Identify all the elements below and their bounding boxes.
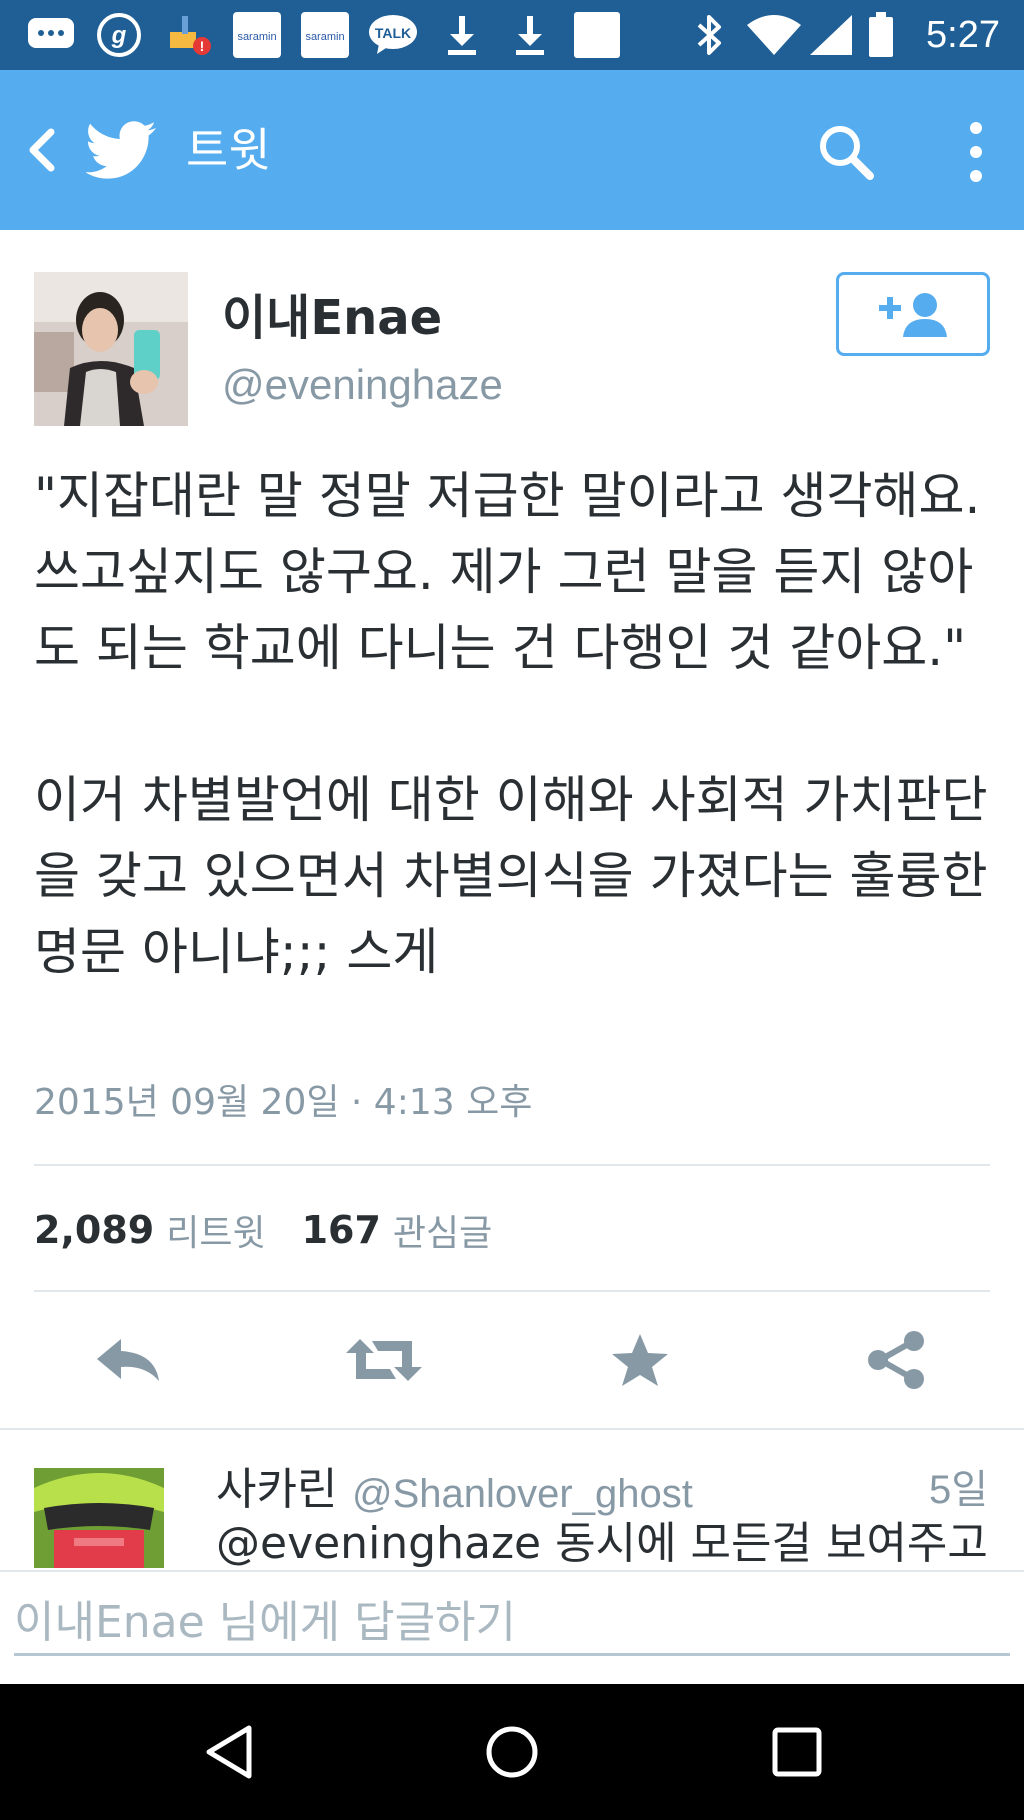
favorite-count[interactable]: 167 <box>302 1208 381 1252</box>
retweet-button[interactable] <box>344 1330 424 1390</box>
divider <box>34 1290 990 1292</box>
recents-icon <box>772 1727 822 1777</box>
chevron-left-icon <box>29 128 55 172</box>
saramin-label: saramin <box>237 31 276 43</box>
svg-text:g: g <box>111 22 127 49</box>
navigation-bar <box>0 1684 1024 1820</box>
g-app-icon: g <box>94 12 144 58</box>
favorite-button[interactable] <box>600 1330 680 1390</box>
blank-notification-icon <box>572 12 622 58</box>
share-icon <box>868 1331 924 1389</box>
favorite-icon <box>612 1334 668 1386</box>
reply-avatar[interactable] <box>34 1468 164 1568</box>
cleaner-icon: ! <box>164 12 214 58</box>
tweet-stats: 2,089 리트윗 167 관심글 <box>34 1200 528 1260</box>
download-icon <box>508 12 552 58</box>
back-button[interactable] <box>12 120 72 180</box>
reply-author-handle[interactable]: @Shanlover_ghost <box>352 1466 693 1522</box>
reply-compose-bar <box>0 1570 1024 1684</box>
app-bar-title: 트윗 <box>186 123 271 177</box>
search-button[interactable] <box>808 114 884 190</box>
app-bar: 트윗 <box>0 70 1024 230</box>
reply-icon <box>97 1339 159 1381</box>
tweet-timestamp: 2015년 09월 20일 · 4:13 오후 <box>34 1082 533 1123</box>
nav-home-button[interactable] <box>467 1712 557 1792</box>
saramin-label: saramin <box>305 31 344 43</box>
retweet-count[interactable]: 2,089 <box>34 1208 154 1252</box>
add-user-icon <box>879 293 947 337</box>
divider <box>0 1428 1024 1430</box>
search-icon <box>820 126 874 180</box>
divider <box>34 1164 990 1166</box>
reply-button[interactable] <box>88 1330 168 1390</box>
author-handle[interactable]: @eveninghaze <box>222 358 503 412</box>
talk-label: TALK <box>375 25 411 41</box>
author-avatar[interactable] <box>34 272 188 426</box>
retweet-icon <box>346 1339 422 1381</box>
status-time: 5:27 <box>926 14 1000 56</box>
follow-button[interactable] <box>836 272 990 356</box>
favorite-label[interactable]: 관심글 <box>393 1204 492 1256</box>
reply-time: 5일 <box>928 1468 988 1512</box>
overflow-menu-button[interactable] <box>946 114 1006 190</box>
reply-author-name[interactable]: 사카린 <box>216 1462 337 1518</box>
saramin-icon: saramin <box>232 12 282 58</box>
battery-icon <box>864 12 898 58</box>
kakaotalk-icon: TALK <box>366 12 420 58</box>
twitter-bird-icon <box>84 112 160 188</box>
chat-bubble-icon <box>24 12 78 58</box>
status-bar: g ! saramin saramin TALK 5:27 <box>0 0 1024 70</box>
back-icon <box>206 1725 252 1779</box>
tweet-text: "지잡대란 말 정말 저급한 말이라고 생각해요. 쓰고싶지도 않구요. 제가 … <box>34 467 988 981</box>
bluetooth-icon <box>690 12 730 58</box>
reply-input[interactable] <box>14 1592 1010 1656</box>
saramin-icon: saramin <box>300 12 350 58</box>
download-icon <box>440 12 484 58</box>
retweet-label[interactable]: 리트윗 <box>166 1204 265 1256</box>
home-icon <box>486 1726 538 1778</box>
reply-text[interactable]: @eveninghaze 동시에 모든걸 보여주고 <box>216 1516 996 1568</box>
nav-back-button[interactable] <box>184 1712 274 1792</box>
share-button[interactable] <box>856 1330 936 1390</box>
more-vert-icon <box>970 122 982 182</box>
wifi-icon <box>744 12 804 58</box>
author-name[interactable]: 이내Enae <box>222 288 442 348</box>
signal-icon <box>806 12 856 58</box>
svg-text:!: ! <box>200 38 205 54</box>
nav-recents-button[interactable] <box>752 1712 842 1792</box>
